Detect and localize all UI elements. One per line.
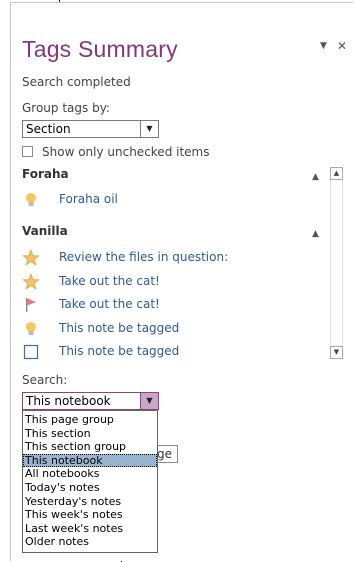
- group-by-select[interactable]: Section ▼: [22, 120, 159, 138]
- search-scope-dropdown-list: This page group This section This sectio…: [22, 410, 158, 553]
- dropdown-option[interactable]: Today's notes: [23, 481, 157, 495]
- chevron-down-icon[interactable]: ▼: [140, 121, 158, 137]
- checkbox-icon: [23, 344, 39, 360]
- results-scrollbar[interactable]: ▲ ▼: [330, 167, 343, 359]
- chevron-up-icon[interactable]: ▲: [312, 172, 319, 182]
- group-header-vanilla: Vanilla: [22, 224, 68, 238]
- tag-item-label: Foraha oil: [59, 192, 118, 206]
- show-unchecked-label: Show only unchecked items: [42, 145, 210, 159]
- tag-item-label: This note be tagged: [59, 344, 180, 358]
- tag-item-label: Take out the cat!: [59, 297, 160, 311]
- scroll-down-icon[interactable]: ▼: [330, 346, 343, 359]
- group-by-value: Section: [26, 122, 71, 136]
- dropdown-option[interactable]: This section group: [23, 440, 157, 454]
- status-text: Search completed: [22, 75, 131, 89]
- chevron-down-icon[interactable]: ▼: [140, 393, 158, 409]
- search-scope-value: This notebook: [26, 394, 111, 408]
- dropdown-option[interactable]: Older notes: [23, 535, 157, 549]
- show-unchecked-checkbox[interactable]: [22, 146, 33, 157]
- group-header-foraha: Foraha: [22, 167, 69, 181]
- tag-item-label: Review the files in question:: [59, 250, 229, 264]
- tag-item-label: This note be tagged: [59, 321, 180, 335]
- dropdown-option[interactable]: All notebooks: [23, 467, 157, 481]
- lightbulb-icon: [26, 322, 36, 335]
- scroll-up-icon[interactable]: ▲: [330, 167, 343, 180]
- star-icon: [22, 249, 40, 266]
- tag-item-label: Take out the cat!: [59, 274, 160, 288]
- chevron-up-icon[interactable]: ▲: [312, 229, 319, 239]
- pane-title: Tags Summary: [22, 36, 178, 62]
- dropdown-option[interactable]: Yesterday's notes: [23, 495, 157, 509]
- obscured-button-label: ge: [157, 447, 172, 461]
- search-scope-select[interactable]: This notebook ▼: [22, 392, 159, 410]
- dropdown-option[interactable]: This week's notes: [23, 508, 157, 522]
- star-icon: [22, 273, 40, 290]
- dropdown-option[interactable]: Last week's notes: [23, 522, 157, 536]
- scroll-track[interactable]: [330, 180, 343, 346]
- dropdown-option-selected[interactable]: This notebook: [23, 453, 157, 468]
- close-icon[interactable]: ✕: [337, 39, 347, 53]
- pane-options-icon[interactable]: ▼: [320, 39, 327, 53]
- search-label: Search:: [22, 373, 68, 387]
- dropdown-option[interactable]: This page group: [23, 413, 157, 427]
- flag-icon: [26, 298, 36, 312]
- dropdown-option[interactable]: This section: [23, 427, 157, 441]
- group-by-label: Group tags by:: [22, 101, 110, 115]
- lightbulb-icon: [26, 193, 36, 206]
